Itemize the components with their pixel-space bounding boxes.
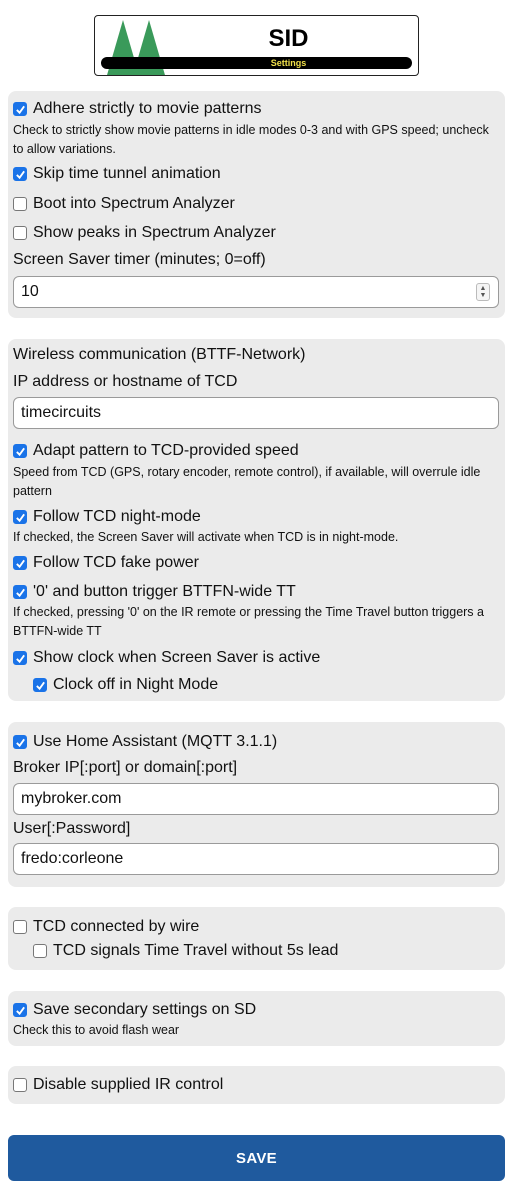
mqtt-section: Use Home Assistant (MQTT 3.1.1) Broker I… [8,722,505,887]
adapt-option[interactable]: Adapt pattern to TCD-provided speed [13,442,299,460]
page-subtitle: Settings [270,58,307,68]
adhere-help-text: Check to strictly show movie patterns in… [13,123,489,156]
checkmark-icon [15,1006,25,1015]
save-sd-help-text: Check this to avoid flash wear [13,1023,180,1037]
adapt-help-text: Speed from TCD (GPS, rotary encoder, rem… [13,465,481,498]
user-label: User[:Password] [13,820,131,837]
trigger-option[interactable]: '0' and button trigger BTTFN-wide TT [13,583,296,601]
clock-nm-option[interactable]: Clock off in Night Mode [33,676,218,694]
adapt-checkbox[interactable] [13,444,27,458]
wire-connected-option[interactable]: TCD connected by wire [13,918,199,936]
broker-value[interactable] [21,790,498,808]
user-value[interactable] [21,850,498,868]
use-ha-label: Use Home Assistant (MQTT 3.1.1) [33,733,278,750]
follow-fp-label: Follow TCD fake power [33,554,199,571]
follow-nm-checkbox[interactable] [13,510,27,524]
checkmark-icon [15,170,25,179]
ir-section: Disable supplied IR control [8,1066,505,1104]
ss-timer-value[interactable] [21,283,498,301]
app-header: SID Settings [94,15,419,76]
disable-ir-label: Disable supplied IR control [33,1076,224,1093]
wire-section: TCD connected by wire TCD signals Time T… [8,907,505,970]
wire-no-lead-label: TCD signals Time Travel without 5s lead [53,942,339,959]
save-sd-label: Save secondary settings on SD [33,1001,257,1018]
clock-ss-option[interactable]: Show clock when Screen Saver is active [13,649,320,667]
clock-ss-label: Show clock when Screen Saver is active [33,649,321,666]
checkmark-icon [15,738,25,747]
tcd-ip-label-row: IP address or hostname of TCD [13,373,237,391]
checkmark-icon [15,559,25,568]
boot-sa-checkbox[interactable] [13,197,27,211]
use-ha-checkbox[interactable] [13,735,27,749]
save-sd-option[interactable]: Save secondary settings on SD [13,1001,256,1019]
tcd-ip-value[interactable] [21,404,498,422]
adapt-label: Adapt pattern to TCD-provided speed [33,442,299,459]
trigger-label: '0' and button trigger BTTFN-wide TT [33,583,296,600]
checkmark-icon [15,588,25,597]
skip-tt-option[interactable]: Skip time tunnel animation [13,165,221,183]
follow-nm-help-text: If checked, the Screen Saver will activa… [13,530,399,544]
trigger-checkbox[interactable] [13,585,27,599]
general-settings-section: Adhere strictly to movie patterns Check … [8,91,505,318]
skip-tt-checkbox[interactable] [13,167,27,181]
wire-no-lead-checkbox[interactable] [33,944,47,958]
trigger-help-text: If checked, pressing '0' on the IR remot… [13,605,484,638]
adhere-option[interactable]: Adhere strictly to movie patterns [13,100,262,118]
number-spinner-icon[interactable]: ▲ ▼ [476,283,490,301]
broker-label-row: Broker IP[:port] or domain[:port] [13,759,237,777]
clock-nm-label: Clock off in Night Mode [53,676,219,693]
peaks-label: Show peaks in Spectrum Analyzer [33,224,276,241]
follow-nm-label: Follow TCD night-mode [33,508,201,525]
adhere-label: Adhere strictly to movie patterns [33,100,262,117]
ss-timer-label: Screen Saver timer (minutes; 0=off) [13,251,266,268]
peaks-checkbox[interactable] [13,226,27,240]
tcd-ip-input[interactable] [13,397,499,429]
checkmark-icon [35,681,45,690]
peaks-option[interactable]: Show peaks in Spectrum Analyzer [13,224,276,242]
skip-tt-label: Skip time tunnel animation [33,165,221,182]
broker-input[interactable] [13,783,499,815]
disable-ir-option[interactable]: Disable supplied IR control [13,1076,223,1094]
checkmark-icon [15,105,25,114]
sd-section: Save secondary settings on SD Check this… [8,991,505,1046]
user-label-row: User[:Password] [13,820,130,838]
ss-timer-label-row: Screen Saver timer (minutes; 0=off) [13,251,266,269]
clock-nm-checkbox[interactable] [33,678,47,692]
follow-nm-option[interactable]: Follow TCD night-mode [13,508,201,526]
boot-sa-option[interactable]: Boot into Spectrum Analyzer [13,195,235,213]
user-input[interactable] [13,843,499,875]
app-title: SID [268,25,309,52]
broker-label: Broker IP[:port] or domain[:port] [13,759,238,776]
follow-fp-checkbox[interactable] [13,556,27,570]
use-ha-option[interactable]: Use Home Assistant (MQTT 3.1.1) [13,733,277,751]
wire-no-lead-option[interactable]: TCD signals Time Travel without 5s lead [33,942,338,960]
save-button[interactable]: SAVE [8,1135,505,1181]
boot-sa-label: Boot into Spectrum Analyzer [33,195,235,212]
follow-fp-option[interactable]: Follow TCD fake power [13,554,199,572]
clock-ss-checkbox[interactable] [13,651,27,665]
bttfn-section: Wireless communication (BTTF-Network) IP… [8,339,505,701]
ss-timer-input[interactable]: ▲▼ [13,276,499,308]
checkmark-icon [15,447,25,456]
bttfn-heading-row: Wireless communication (BTTF-Network) [13,346,305,364]
checkmark-icon [15,513,25,522]
disable-ir-checkbox[interactable] [13,1078,27,1092]
wire-connected-label: TCD connected by wire [33,918,200,935]
bttfn-heading: Wireless communication (BTTF-Network) [13,346,306,363]
wire-connected-checkbox[interactable] [13,920,27,934]
checkmark-icon [15,654,25,663]
tcd-ip-label: IP address or hostname of TCD [13,373,238,390]
save-sd-checkbox[interactable] [13,1003,27,1017]
adhere-checkbox[interactable] [13,102,27,116]
